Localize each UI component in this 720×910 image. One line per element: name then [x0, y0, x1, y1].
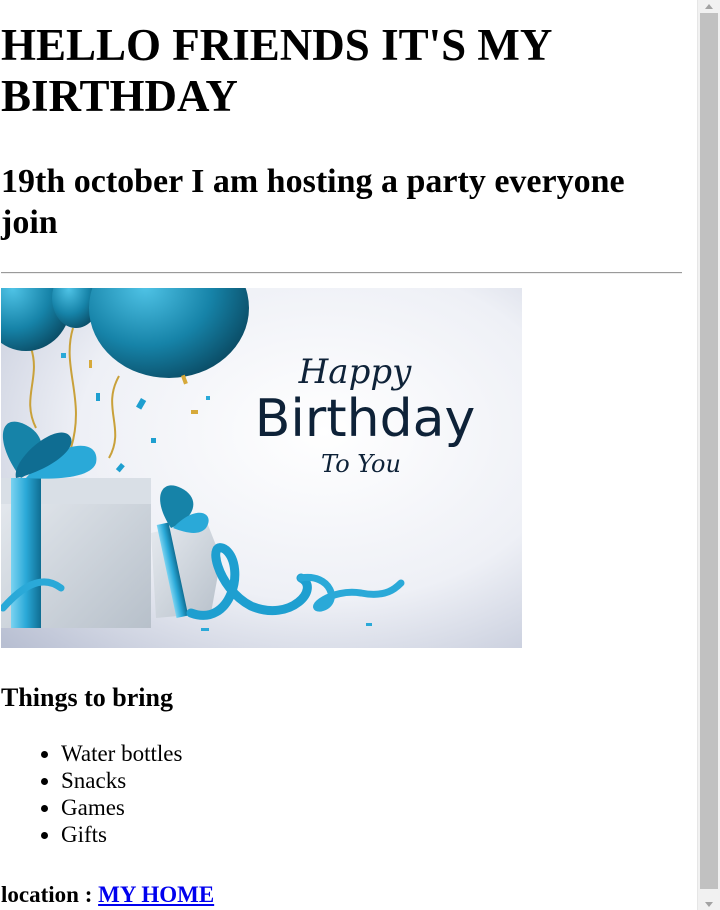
scrollbar-thumb[interactable]: [700, 13, 718, 889]
location-link[interactable]: MY HOME: [98, 882, 214, 907]
banner-line-to-you: To You: [321, 450, 401, 478]
page-content: HELLO FRIENDS IT'S MY BIRTHDAY 19th octo…: [0, 0, 684, 910]
things-to-bring-heading: Things to bring: [1, 683, 173, 712]
birthday-banner-image: Happy Birthday To You: [1, 288, 522, 648]
page-subtitle: 19th october I am hosting a party everyo…: [1, 163, 625, 241]
list-item: Water bottles: [61, 740, 182, 767]
chevron-down-icon[interactable]: [698, 898, 720, 910]
divider: [1, 272, 682, 274]
things-to-bring-list: Water bottles Snacks Games Gifts: [61, 740, 182, 848]
location-line: location : MY HOME: [1, 880, 214, 910]
location-label: location :: [1, 882, 99, 907]
vertical-scrollbar[interactable]: [697, 0, 720, 910]
page-title: HELLO FRIENDS IT'S MY BIRTHDAY: [1, 20, 551, 121]
list-item: Games: [61, 794, 182, 821]
list-item: Snacks: [61, 767, 182, 794]
banner-line-happy: Happy: [298, 352, 412, 392]
chevron-up-icon[interactable]: [698, 0, 720, 12]
banner-line-birthday: Birthday: [255, 389, 476, 449]
list-item: Gifts: [61, 821, 182, 848]
